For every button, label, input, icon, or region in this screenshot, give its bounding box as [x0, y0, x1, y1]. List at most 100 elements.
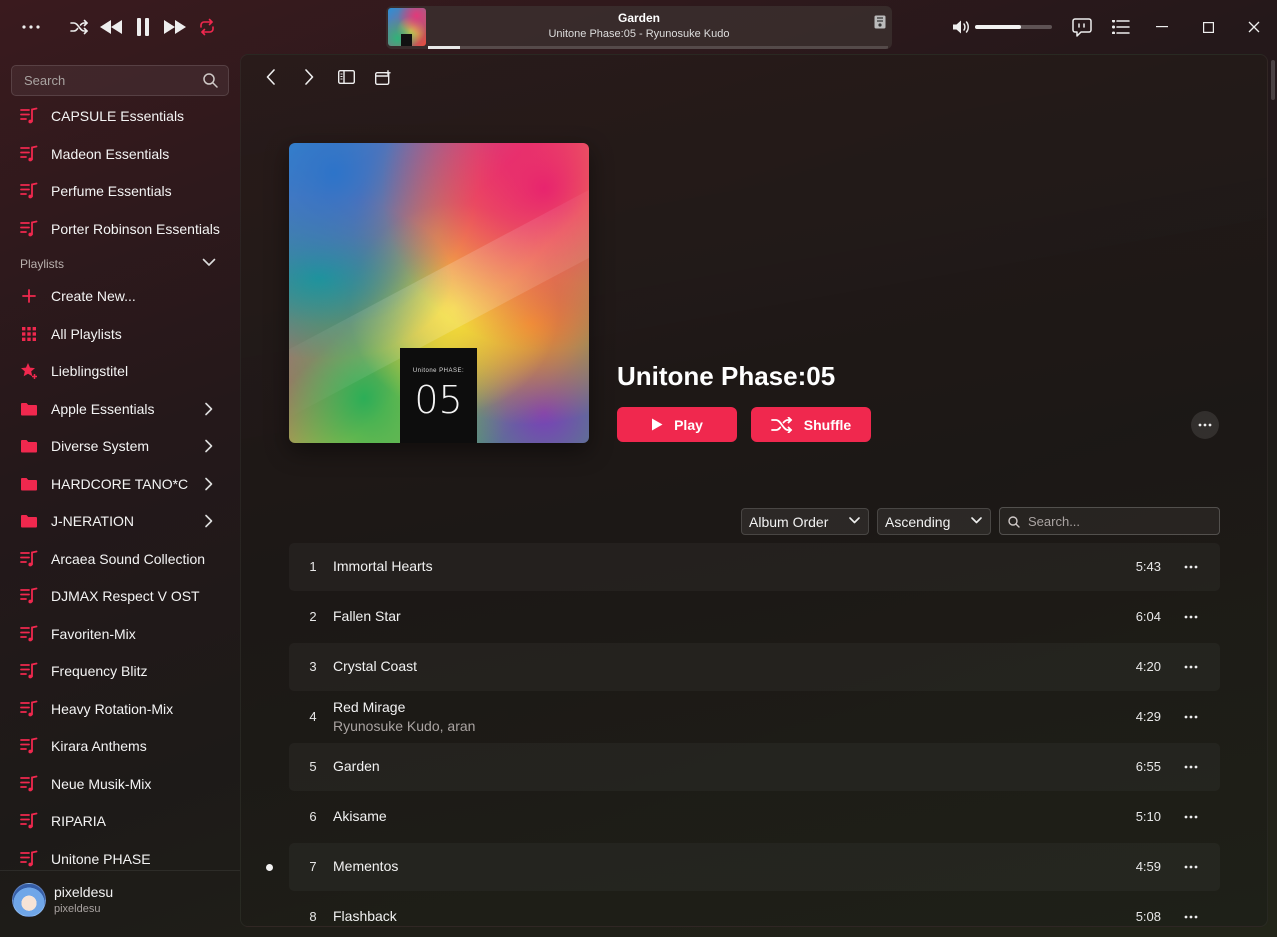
- chevron-down-icon[interactable]: [202, 258, 216, 267]
- track-more-icon[interactable]: [1182, 811, 1200, 823]
- chevron-right-icon[interactable]: [204, 514, 213, 528]
- track-duration: 4:20: [1135, 659, 1161, 674]
- sidebar-item-apple-essentials[interactable]: Apple Essentials: [0, 392, 240, 426]
- lyrics-quote-icon[interactable]: [1071, 16, 1093, 38]
- playlist-music-icon: [20, 550, 38, 568]
- sidebar-item-capsule-essentials[interactable]: CAPSULE Essentials: [0, 99, 240, 133]
- track-search[interactable]: [999, 507, 1220, 535]
- playlist-music-icon: [20, 812, 38, 830]
- sidebar-item-riparia[interactable]: RIPARIA: [0, 804, 240, 838]
- sidebar-item-porter-robinson-essentials[interactable]: Porter Robinson Essentials: [0, 212, 240, 246]
- track-duration: 5:43: [1135, 559, 1161, 574]
- track-row[interactable]: 3 Crystal Coast 4:20: [289, 643, 1220, 691]
- repeat-icon[interactable]: [197, 17, 217, 37]
- pause-icon[interactable]: [133, 16, 153, 38]
- sidebar-toggle-icon[interactable]: [336, 67, 356, 87]
- search-icon[interactable]: [203, 73, 218, 88]
- sidebar-item-create-new[interactable]: Create New...: [0, 279, 240, 313]
- track-number: 3: [309, 659, 317, 674]
- miniplayer-icon[interactable]: [373, 67, 393, 87]
- sidebar-search-input[interactable]: [12, 66, 192, 95]
- user-profile[interactable]: pixeldesu pixeldesu: [0, 870, 240, 937]
- track-title: Flashback: [333, 908, 397, 924]
- track-artist[interactable]: Ryunosuke Kudo, aran: [333, 718, 475, 734]
- track-more-icon[interactable]: [1182, 611, 1200, 623]
- sidebar-item-neue-musik-mix[interactable]: Neue Musik-Mix: [0, 767, 240, 801]
- sidebar-item-label: All Playlists: [51, 325, 122, 342]
- sidebar-item-label: Neue Musik-Mix: [51, 775, 152, 792]
- shuffle-icon[interactable]: [69, 17, 89, 37]
- sidebar-item-all-playlists[interactable]: All Playlists: [0, 317, 240, 351]
- sidebar-item-label: RIPARIA: [51, 813, 106, 829]
- track-more-icon[interactable]: [1182, 861, 1200, 873]
- track-search-input[interactable]: [1026, 508, 1216, 534]
- sidebar-item-madeon-essentials[interactable]: Madeon Essentials: [0, 137, 240, 171]
- sidebar-item-label: Favoriten-Mix: [51, 625, 136, 642]
- track-row[interactable]: 4 Red Mirage Ryunosuke Kudo, aran 4:29: [289, 693, 1220, 741]
- track-row[interactable]: 6 Akisame 5:10: [289, 793, 1220, 841]
- sidebar-item-label: Diverse System: [51, 438, 150, 454]
- forward-arrow-icon[interactable]: [299, 67, 319, 87]
- playlists-section-header[interactable]: Playlists: [20, 257, 64, 271]
- avatar[interactable]: [12, 883, 46, 917]
- sidebar-search[interactable]: [11, 65, 229, 96]
- sidebar-item-djmax-respect-v-ost[interactable]: DJMAX Respect V OST: [0, 579, 240, 613]
- chevron-right-icon[interactable]: [204, 439, 213, 453]
- now-playing-widget[interactable]: Garden Unitone Phase:05 - Ryunosuke Kudo: [386, 6, 892, 49]
- play-button[interactable]: Play: [617, 407, 737, 442]
- track-more-icon[interactable]: [1182, 761, 1200, 773]
- minimize-icon[interactable]: [1152, 17, 1172, 37]
- sidebar-item-favoriten-mix[interactable]: Favoriten-Mix: [0, 617, 240, 651]
- chevron-down-icon: [849, 517, 860, 524]
- track-more-icon[interactable]: [1182, 561, 1200, 573]
- volume-icon[interactable]: [951, 17, 971, 37]
- chevron-right-icon[interactable]: [204, 402, 213, 416]
- sidebar-item-frequency-blitz[interactable]: Frequency Blitz: [0, 654, 240, 688]
- track-more-icon[interactable]: [1182, 911, 1200, 923]
- sidebar-item-kirara-anthems[interactable]: Kirara Anthems: [0, 729, 240, 763]
- track-more-icon[interactable]: [1182, 661, 1200, 673]
- sidebar-item-j-neration[interactable]: J-NERATION: [0, 504, 240, 538]
- sidebar-item-heavy-rotation-mix[interactable]: Heavy Rotation-Mix: [0, 692, 240, 726]
- sidebar-item-label: Unitone PHASE: [51, 850, 151, 867]
- playback-progress-bar[interactable]: [428, 46, 888, 49]
- next-track-icon[interactable]: [162, 17, 188, 37]
- more-menu-icon[interactable]: [20, 17, 42, 37]
- chevron-down-icon: [971, 517, 982, 524]
- track-number: 2: [309, 609, 317, 624]
- track-number: 1: [309, 559, 317, 574]
- maximize-icon[interactable]: [1198, 17, 1218, 37]
- previous-track-icon[interactable]: [98, 17, 124, 37]
- sidebar-item-perfume-essentials[interactable]: Perfume Essentials: [0, 174, 240, 208]
- track-row[interactable]: 1 Immortal Hearts 5:43: [289, 543, 1220, 591]
- sidebar-item-label: Kirara Anthems: [51, 738, 147, 754]
- track-title: Red Mirage: [333, 699, 406, 715]
- more-icon: [1198, 423, 1212, 427]
- sort-direction-value: Ascending: [885, 513, 951, 530]
- playlist-music-icon: [20, 182, 38, 200]
- back-arrow-icon[interactable]: [261, 67, 281, 87]
- window-scrollbar[interactable]: [1271, 60, 1275, 100]
- sidebar-item-hardcore-tano-c[interactable]: HARDCORE TANO*C: [0, 467, 240, 501]
- track-row[interactable]: 8 Flashback 5:08: [289, 893, 1220, 926]
- close-icon[interactable]: [1244, 17, 1264, 37]
- queue-list-icon[interactable]: [1111, 17, 1131, 37]
- sort-order-select[interactable]: Album Order: [741, 508, 869, 535]
- playlist-music-icon: [20, 587, 38, 605]
- track-row[interactable]: 7 Mementos 4:59: [266, 843, 1220, 891]
- track-title: Fallen Star: [333, 608, 401, 624]
- track-row[interactable]: 2 Fallen Star 6:04: [289, 593, 1220, 641]
- album-more-button[interactable]: [1191, 411, 1219, 439]
- chevron-right-icon[interactable]: [204, 477, 213, 491]
- sidebar-item-arcaea-sound-collection[interactable]: Arcaea Sound Collection: [0, 542, 240, 576]
- sidebar-item-label: Create New...: [51, 288, 136, 304]
- volume-slider[interactable]: [975, 25, 1052, 29]
- sidebar-item-diverse-system[interactable]: Diverse System: [0, 429, 240, 463]
- sort-direction-select[interactable]: Ascending: [877, 508, 991, 535]
- lyrics-icon[interactable]: [874, 15, 886, 29]
- shuffle-button[interactable]: Shuffle: [751, 407, 871, 442]
- track-row[interactable]: 5 Garden 6:55: [289, 743, 1220, 791]
- track-more-icon[interactable]: [1182, 711, 1200, 723]
- sidebar-item-lieblingstitel[interactable]: Lieblingstitel: [0, 354, 240, 388]
- playlist-music-icon: [20, 850, 38, 868]
